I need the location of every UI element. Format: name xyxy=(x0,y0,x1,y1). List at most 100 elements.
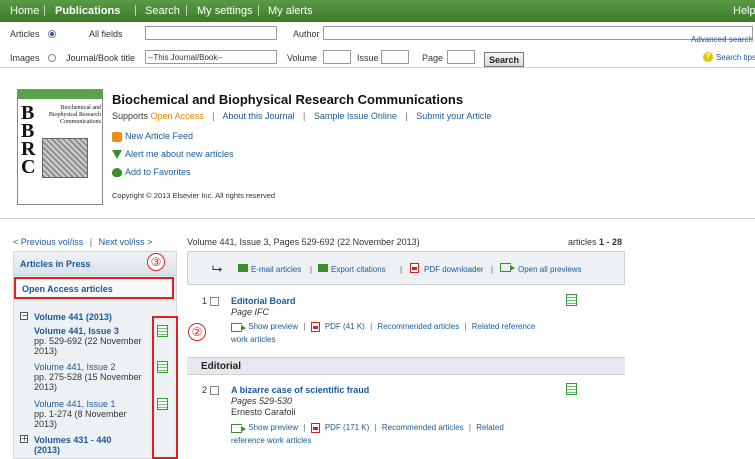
articles-radio[interactable] xyxy=(48,30,56,38)
issue-3-link[interactable]: Volume 441, Issue 3 xyxy=(34,326,119,336)
section-heading: Editorial xyxy=(187,357,625,375)
volume-pager: < Previous vol/iss | Next vol/iss > xyxy=(13,237,152,247)
favorites-row[interactable]: Add to Favorites xyxy=(112,167,191,178)
page-input[interactable] xyxy=(447,50,475,64)
pdf-icon xyxy=(310,322,320,332)
journal-book-title-input[interactable] xyxy=(145,50,277,64)
article-toolbar: ⮡ E-mail articles | Export citations | P… xyxy=(187,251,625,285)
author-input[interactable] xyxy=(323,26,753,40)
link-separator: | xyxy=(303,322,306,332)
nav-home[interactable]: Home xyxy=(10,5,39,17)
add-to-favorites-link[interactable]: Add to Favorites xyxy=(125,167,191,177)
article-1-related[interactable]: Related reference xyxy=(472,322,536,331)
article-2-abstract-icon[interactable] xyxy=(566,383,577,395)
show-preview-icon xyxy=(231,423,246,433)
issue-2-link[interactable]: Volume 441, Issue 2 xyxy=(34,362,116,372)
nav-search[interactable]: Search xyxy=(145,5,180,17)
issue-2-pages: pp. 275-528 (15 November xyxy=(34,372,142,382)
volume-info: Volume 441, Issue 3, Pages 529-692 (22 N… xyxy=(187,237,420,247)
nav-my-alerts[interactable]: My alerts xyxy=(268,5,313,17)
toolbar-separator: | xyxy=(400,265,403,274)
volume-input[interactable] xyxy=(323,50,351,64)
article-1-links: Show preview | PDF (41 K) | Recommended … xyxy=(231,322,535,332)
toolbar-separator: | xyxy=(491,265,494,274)
open-access-articles-link[interactable]: Open Access articles xyxy=(22,284,113,294)
open-all-previews-button[interactable]: Open all previews xyxy=(518,265,582,274)
article-2-title[interactable]: A bizarre case of scientific fraud xyxy=(231,385,369,395)
all-fields-label: All fields xyxy=(89,29,123,39)
rss-feed-icon xyxy=(112,131,122,142)
nav-my-settings[interactable]: My settings xyxy=(197,5,253,17)
images-radio[interactable] xyxy=(48,54,56,62)
article-2-number: 2 xyxy=(202,385,208,395)
previous-volume-link[interactable]: < Previous vol/iss xyxy=(13,237,83,247)
issue-3-year: 2013) xyxy=(34,346,58,356)
nav-separator: | xyxy=(257,4,260,16)
article-1-related-cont[interactable]: work articles xyxy=(231,335,275,344)
issue-input[interactable] xyxy=(381,50,409,64)
article-1-show-preview[interactable]: Show preview xyxy=(248,322,298,331)
heart-icon xyxy=(112,168,122,178)
new-article-feed-row[interactable]: New Article Feed xyxy=(112,131,193,142)
select-all-arrow-icon[interactable]: ⮡ xyxy=(212,261,222,277)
article-1-title[interactable]: Editorial Board xyxy=(231,296,296,306)
article-2-checkbox[interactable] xyxy=(210,386,219,395)
show-preview-icon xyxy=(231,322,246,332)
volumes-range-link[interactable]: Volumes 431 - 440 xyxy=(34,435,111,445)
annotation-two: ② xyxy=(188,323,206,341)
article-1-abstract-icon[interactable] xyxy=(566,294,577,306)
expand-volumes-toggle[interactable]: + xyxy=(20,435,28,443)
page-label: Page xyxy=(422,53,444,63)
nav-help[interactable]: Help xyxy=(733,5,755,17)
pdf-icon xyxy=(310,423,320,433)
article-1-pages: Page IFC xyxy=(231,307,270,317)
pdf-downloader-button[interactable]: PDF downloader xyxy=(424,265,484,274)
about-journal-link[interactable]: About this Journal xyxy=(222,111,294,121)
articles-count-label: articles xyxy=(568,237,597,247)
volume-group-link[interactable]: Volume 441 (2013) xyxy=(34,312,112,322)
issue-1-link[interactable]: Volume 441, Issue 1 xyxy=(34,399,116,409)
sample-issue-link[interactable]: Sample Issue Online xyxy=(314,111,397,121)
link-separator: | xyxy=(370,322,373,332)
link-separator: | xyxy=(464,322,467,332)
alert-new-articles-link[interactable]: Alert me about new articles xyxy=(125,149,234,159)
article-2-show-preview[interactable]: Show preview xyxy=(248,423,298,432)
issue-1-pages: pp. 1-274 (8 November xyxy=(34,409,127,419)
nav-separator: | xyxy=(185,4,188,16)
submit-article-link[interactable]: Submit your Article xyxy=(416,111,491,121)
toc-icons-highlight xyxy=(152,316,178,459)
link-separator: | xyxy=(212,111,215,121)
author-label: Author xyxy=(293,29,320,39)
new-article-feed-link[interactable]: New Article Feed xyxy=(125,131,193,141)
open-access-link[interactable]: Open Access xyxy=(151,111,204,121)
export-citations-button[interactable]: Export citations xyxy=(331,265,386,274)
journal-title: Biochemical and Biophysical Research Com… xyxy=(112,92,464,107)
article-2-related[interactable]: Related xyxy=(476,423,504,432)
cover-band xyxy=(18,90,102,99)
search-tips-link[interactable]: Search tips xyxy=(716,53,755,62)
article-1-checkbox[interactable] xyxy=(210,297,219,306)
article-2-recommended[interactable]: Recommended articles xyxy=(382,423,464,432)
cover-subtitle: Biochemical and Biophysical Research Com… xyxy=(48,105,101,125)
article-2-authors: Ernesto Carafoli xyxy=(231,407,296,417)
nav-publications[interactable]: Publications xyxy=(55,5,120,17)
advanced-search-link[interactable]: Advanced search xyxy=(691,35,753,44)
link-separator: | xyxy=(468,423,471,433)
top-navigation-bar: Home | Publications | Search | My settin… xyxy=(0,0,755,22)
alert-row[interactable]: Alert me about new articles xyxy=(112,149,234,160)
quick-search-panel: Articles All fields Author Advanced sear… xyxy=(0,22,755,68)
next-volume-link[interactable]: Next vol/iss > xyxy=(99,237,153,247)
article-2-pdf-link[interactable]: PDF (171 K) xyxy=(325,423,369,432)
toolbar-separator: | xyxy=(310,265,313,274)
email-articles-button[interactable]: E-mail articles xyxy=(251,265,301,274)
link-separator: | xyxy=(405,111,408,121)
article-1-pdf-link[interactable]: PDF (41 K) xyxy=(325,322,365,331)
article-1-recommended[interactable]: Recommended articles xyxy=(377,322,459,331)
volumes-range-year: (2013) xyxy=(34,445,61,455)
volume-label: Volume xyxy=(287,53,318,63)
all-fields-input[interactable] xyxy=(145,26,277,40)
collapse-volume-toggle[interactable]: − xyxy=(20,312,28,320)
article-1-number: 1 xyxy=(202,296,208,306)
article-2-related-cont[interactable]: reference work articles xyxy=(231,436,311,445)
search-button[interactable]: Search xyxy=(484,52,524,67)
